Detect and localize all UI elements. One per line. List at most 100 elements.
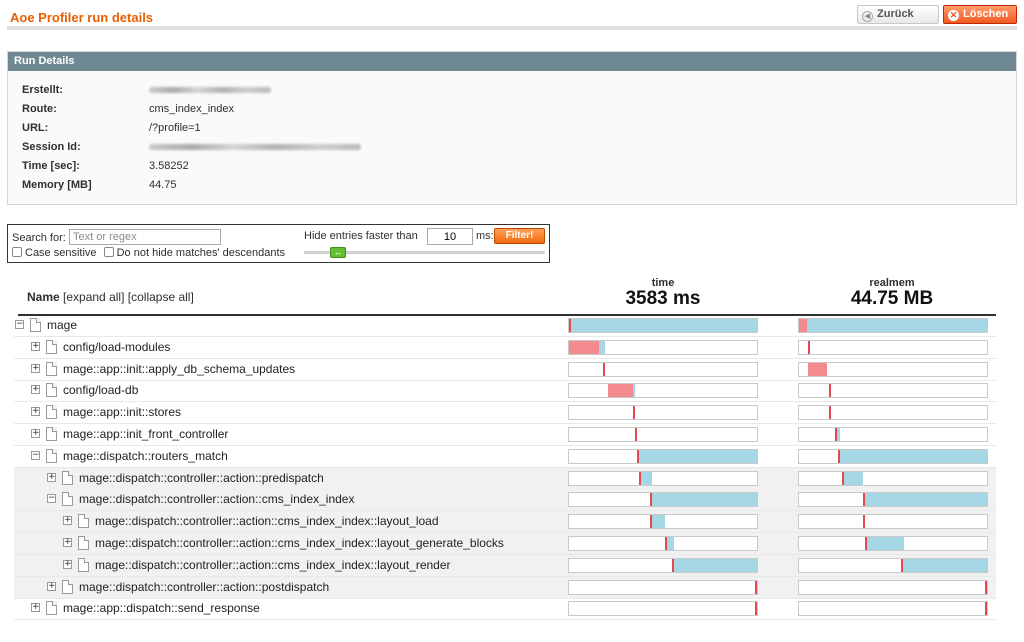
children-segment bbox=[674, 559, 757, 572]
time-bar bbox=[568, 362, 758, 377]
tree-row[interactable]: + mage::app::init_front_controller bbox=[14, 424, 996, 446]
expand-toggle-icon[interactable]: + bbox=[31, 364, 40, 373]
time-bar bbox=[568, 383, 758, 398]
hide-entries-label: Hide entries faster than bbox=[304, 230, 418, 242]
tree-row[interactable]: + mage::dispatch::controller::action::cms… bbox=[14, 555, 996, 577]
children-segment bbox=[632, 384, 635, 397]
search-input[interactable] bbox=[69, 229, 221, 245]
tree-row-label: mage::dispatch::routers_match bbox=[63, 449, 228, 463]
tree-row[interactable]: + mage::app::init::apply_db_schema_update… bbox=[14, 359, 996, 381]
collapse-toggle-icon[interactable]: − bbox=[47, 494, 56, 503]
name-header-label: Name bbox=[27, 290, 60, 304]
expand-toggle-icon[interactable]: + bbox=[31, 429, 40, 438]
run-details-heading: Run Details bbox=[8, 52, 1016, 71]
page-icon bbox=[78, 536, 89, 550]
no-hide-descendants-checkbox[interactable] bbox=[103, 247, 114, 257]
realmem-bar bbox=[798, 601, 988, 616]
detail-value: /?profile=1 bbox=[149, 122, 201, 134]
back-button[interactable]: ◀ Zurück bbox=[857, 5, 939, 24]
chevron-left-circle-icon: ◀ bbox=[862, 11, 873, 22]
children-segment bbox=[666, 537, 675, 550]
realmem-bar bbox=[798, 471, 988, 486]
realmem-bar bbox=[798, 383, 988, 398]
tree-row[interactable]: + mage::dispatch::controller::action::cms… bbox=[14, 511, 996, 533]
no-hide-descendants-label: Do not hide matches' descendants bbox=[116, 247, 286, 259]
name-column-header: Name [expand all] [collapse all] bbox=[27, 290, 194, 304]
delete-button[interactable]: ✕ Löschen bbox=[943, 5, 1017, 24]
case-sensitive-checkbox[interactable] bbox=[12, 247, 22, 257]
children-segment bbox=[806, 319, 987, 332]
delete-button-label: Löschen bbox=[963, 8, 1009, 20]
time-total: 3583 ms bbox=[625, 288, 701, 309]
slider-handle[interactable]: ↔ bbox=[330, 247, 346, 258]
realmem-bar bbox=[798, 405, 988, 420]
tree-row[interactable]: + mage::dispatch::controller::action::pos… bbox=[14, 577, 996, 599]
realmem-bar bbox=[798, 492, 988, 507]
expand-toggle-icon[interactable]: + bbox=[31, 385, 40, 394]
detail-key: Memory [MB] bbox=[22, 179, 92, 191]
expand-toggle-icon[interactable]: + bbox=[31, 603, 40, 612]
time-bar bbox=[568, 492, 758, 507]
realmem-bar bbox=[798, 362, 988, 377]
tree-row-label: mage bbox=[47, 318, 78, 332]
self-segment bbox=[985, 602, 987, 615]
tree-row[interactable]: − mage::dispatch::routers_match bbox=[14, 446, 996, 468]
tree-row[interactable]: − mage::dispatch::controller::action::cms… bbox=[14, 489, 996, 511]
run-details-panel: Run Details Erstellt: Route: cms_index_ind… bbox=[7, 51, 1017, 205]
detail-value bbox=[149, 138, 361, 156]
page-icon bbox=[46, 601, 57, 615]
realmem-bar bbox=[798, 580, 988, 595]
realmem-bar bbox=[798, 536, 988, 551]
tree-row-label: mage::dispatch::controller::action::cms_… bbox=[95, 514, 439, 528]
tree-row[interactable]: + mage::app::dispatch::send_response bbox=[14, 598, 996, 620]
detail-key: Route: bbox=[22, 103, 57, 115]
collapse-toggle-icon[interactable]: − bbox=[15, 320, 24, 329]
children-segment bbox=[571, 319, 757, 332]
tree-row-label: mage::dispatch::controller::action::cms_… bbox=[95, 536, 504, 550]
detail-key: Time [sec]: bbox=[22, 160, 80, 172]
expand-toggle-icon[interactable]: + bbox=[47, 473, 56, 482]
threshold-ms-input[interactable] bbox=[427, 228, 473, 245]
expand-toggle-icon[interactable]: + bbox=[63, 560, 72, 569]
page-icon bbox=[46, 340, 57, 354]
expand-toggle-icon[interactable]: + bbox=[47, 582, 56, 591]
tree-row[interactable]: − mage bbox=[14, 315, 996, 337]
time-bar bbox=[568, 536, 758, 551]
tree-row[interactable]: + config/load-db bbox=[14, 380, 996, 402]
tree-row-label: mage::app::init_front_controller bbox=[63, 427, 229, 441]
time-bar bbox=[568, 558, 758, 573]
tree-row[interactable]: + config/load-modules bbox=[14, 337, 996, 359]
time-bar bbox=[568, 471, 758, 486]
tree-row-label: config/load-db bbox=[63, 383, 139, 397]
filter-button[interactable]: Filter! bbox=[494, 228, 545, 244]
expand-toggle-icon[interactable]: + bbox=[31, 407, 40, 416]
self-segment bbox=[632, 406, 635, 419]
tree-row-label: mage::dispatch::controller::action::post… bbox=[79, 580, 330, 594]
expand-toggle-icon[interactable]: + bbox=[63, 538, 72, 547]
page-icon bbox=[78, 558, 89, 572]
children-segment bbox=[836, 428, 841, 441]
back-button-label: Zurück bbox=[877, 8, 914, 20]
expand-all-link[interactable]: [expand all] bbox=[63, 290, 124, 304]
realmem-total: 44.75 MB bbox=[850, 288, 934, 309]
expand-toggle-icon[interactable]: + bbox=[63, 516, 72, 525]
detail-value: 3.58252 bbox=[149, 160, 189, 172]
page-title: Aoe Profiler run details bbox=[10, 10, 154, 25]
time-bar bbox=[568, 580, 758, 595]
page-icon bbox=[46, 383, 57, 397]
tree-row[interactable]: + mage::app::init::stores bbox=[14, 402, 996, 424]
children-segment bbox=[864, 493, 987, 506]
self-segment bbox=[634, 428, 637, 441]
collapse-all-link[interactable]: [collapse all] bbox=[128, 290, 194, 304]
expand-toggle-icon[interactable]: + bbox=[31, 342, 40, 351]
detail-key: URL: bbox=[22, 122, 49, 134]
realmem-bar bbox=[798, 427, 988, 442]
tree-row[interactable]: + mage::dispatch::controller::action::cms… bbox=[14, 533, 996, 555]
tree-row-label: config/load-modules bbox=[63, 340, 171, 354]
collapse-toggle-icon[interactable]: − bbox=[31, 451, 40, 460]
time-bar bbox=[568, 449, 758, 464]
time-bar bbox=[568, 318, 758, 333]
page-icon bbox=[30, 318, 41, 332]
redacted-value bbox=[149, 144, 361, 150]
tree-row[interactable]: + mage::dispatch::controller::action::pre… bbox=[14, 468, 996, 490]
